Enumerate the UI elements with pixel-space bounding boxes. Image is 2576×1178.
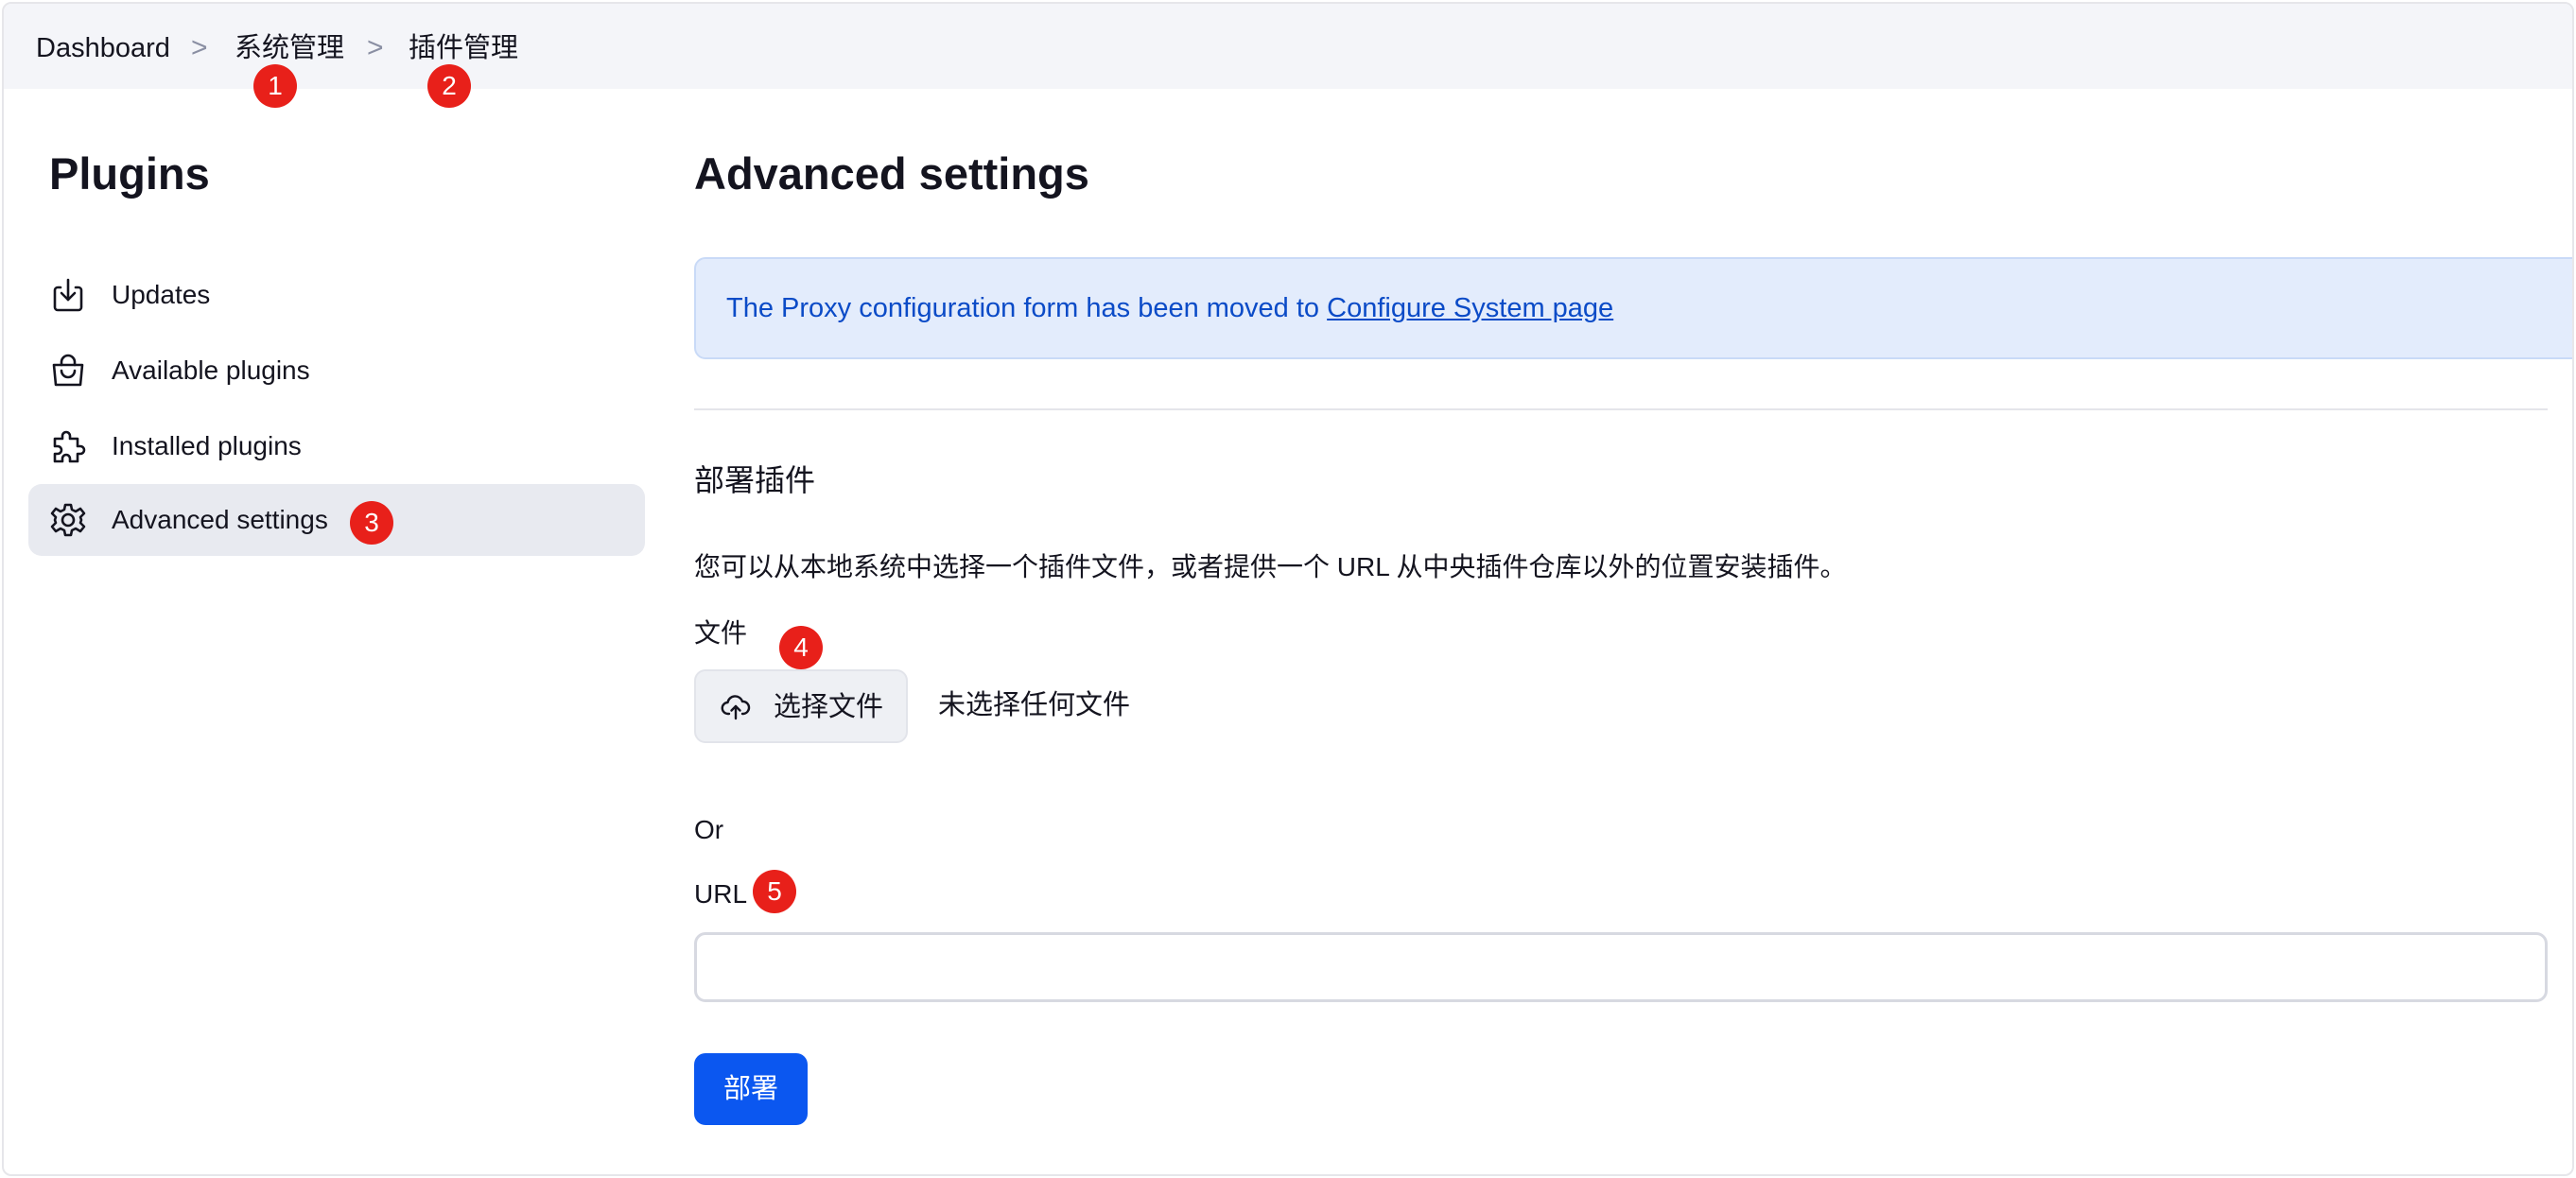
configure-system-link[interactable]: Configure System page	[1327, 293, 1613, 323]
sidebar-item-label: Installed plugins	[112, 431, 302, 460]
breadcrumb-chevron-icon: >	[367, 32, 384, 63]
shopping-bag-icon	[49, 352, 87, 390]
annotation-marker-4: 4	[779, 626, 823, 669]
choose-file-button[interactable]: 选择文件	[694, 669, 908, 743]
sidebar-item-advanced-settings[interactable]: Advanced settings	[28, 484, 645, 556]
annotation-marker-5: 5	[753, 870, 796, 913]
annotation-marker-1: 1	[253, 64, 297, 108]
notice-message: The Proxy configuration form has been mo…	[726, 293, 1328, 323]
or-label: Or	[694, 815, 724, 844]
app-window: Dashboard > 系统管理 > 插件管理 1 2 Plugins Upda…	[2, 2, 2574, 1176]
proxy-notice: The Proxy configuration form has been mo…	[694, 257, 2572, 359]
breadcrumb: Dashboard > 系统管理 > 插件管理	[4, 4, 2572, 89]
breadcrumb-plugin-management[interactable]: 插件管理	[409, 32, 518, 64]
page-title: Advanced settings	[694, 148, 1089, 199]
breadcrumb-system-management[interactable]: 系统管理	[235, 32, 344, 64]
annotation-marker-2: 2	[427, 64, 471, 108]
download-icon	[49, 276, 87, 314]
file-label: 文件	[694, 618, 748, 648]
notice-text: The Proxy configuration form has been mo…	[726, 291, 1613, 325]
gear-icon	[49, 501, 87, 539]
url-input[interactable]	[694, 932, 2548, 1002]
deploy-plugin-description: 您可以从本地系统中选择一个插件文件，或者提供一个 URL 从中央插件仓库以外的位…	[694, 552, 1847, 581]
breadcrumb-chevron-icon: >	[191, 32, 208, 63]
sidebar-item-available-plugins[interactable]: Available plugins	[28, 335, 645, 407]
puzzle-icon	[49, 427, 87, 465]
breadcrumb-dashboard[interactable]: Dashboard	[36, 32, 170, 64]
annotation-marker-3: 3	[350, 501, 393, 545]
sidebar-item-label: Updates	[112, 280, 211, 309]
sidebar-item-installed-plugins[interactable]: Installed plugins	[28, 410, 645, 482]
sidebar-item-label: Available plugins	[112, 355, 310, 385]
sidebar-item-label: Advanced settings	[112, 505, 328, 534]
deploy-button[interactable]: 部署	[694, 1053, 808, 1125]
file-status-text: 未选择任何文件	[938, 690, 1131, 720]
cloud-upload-icon	[721, 692, 751, 722]
sidebar-item-updates[interactable]: Updates	[28, 259, 645, 331]
divider	[694, 408, 2548, 410]
deploy-plugin-heading: 部署插件	[694, 463, 816, 497]
choose-file-label: 选择文件	[774, 692, 884, 722]
url-label: URL	[694, 879, 748, 909]
sidebar-title: Plugins	[49, 148, 210, 199]
